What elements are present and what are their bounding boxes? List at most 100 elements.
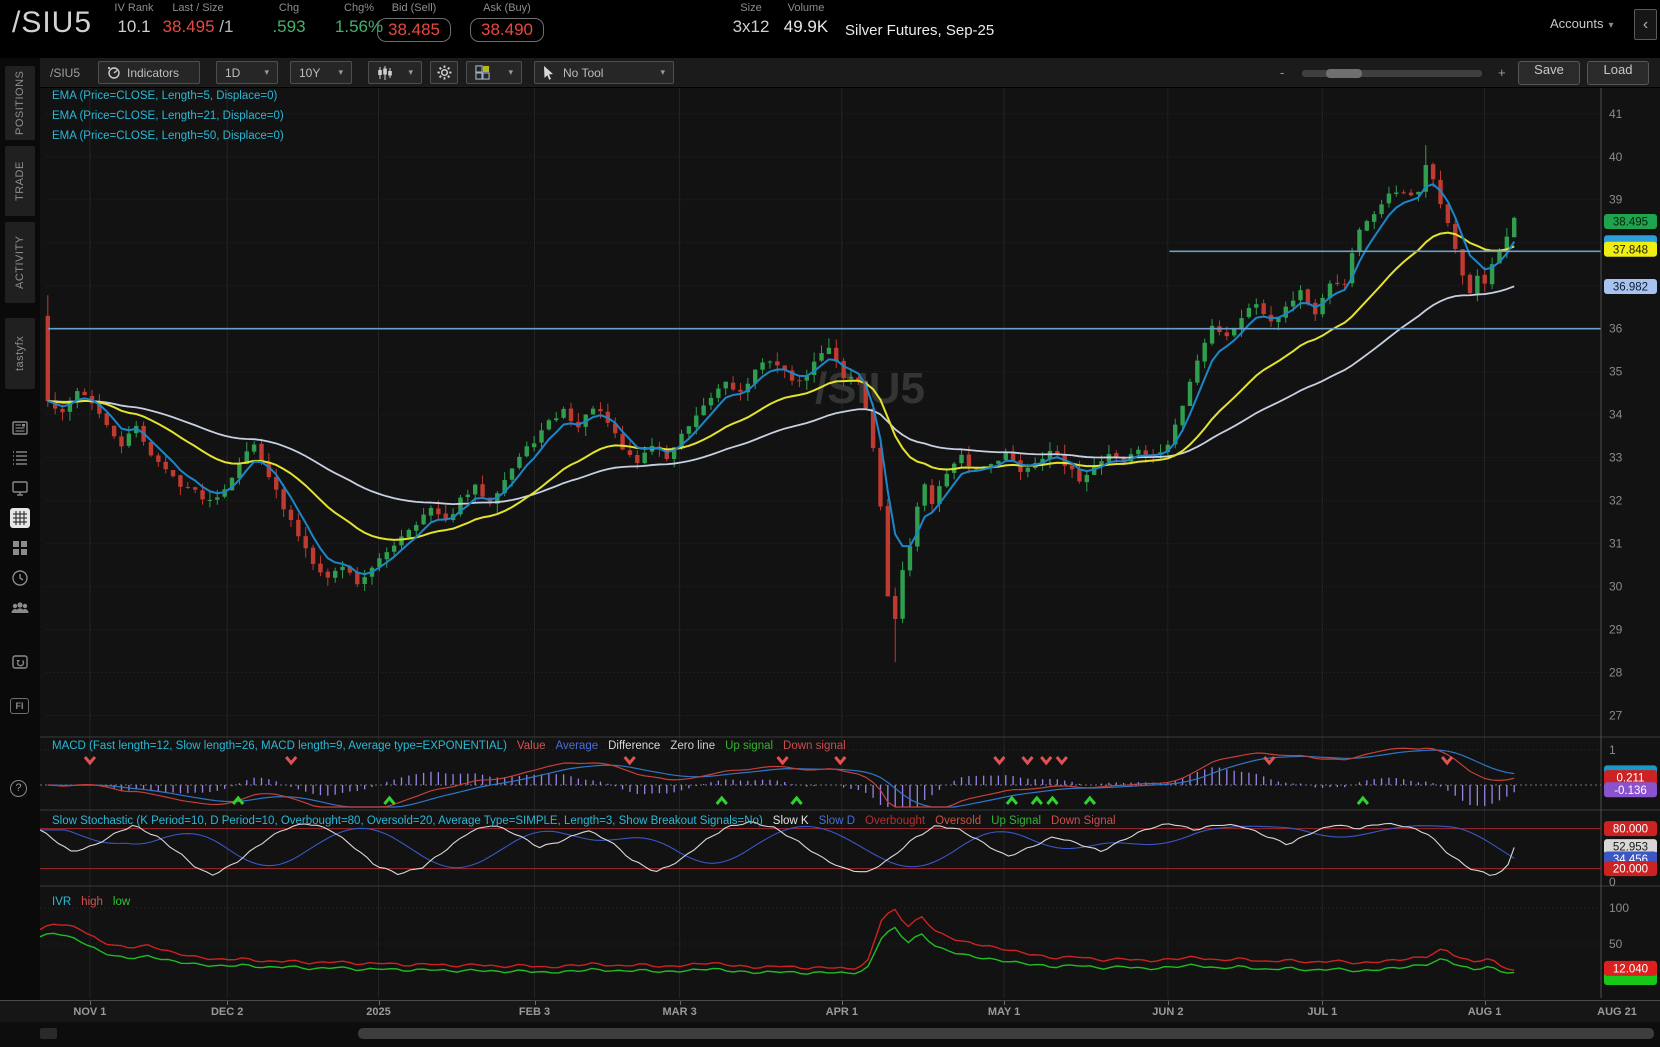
chart-type-dropdown[interactable]: ▾	[368, 61, 422, 84]
monitor-icon[interactable]	[10, 478, 30, 498]
clock-icon[interactable]	[10, 568, 30, 588]
price-chart-canvas[interactable]: /SIU541403938373635343332313029282710100…	[39, 88, 1660, 1000]
chart-settings-button[interactable]	[430, 61, 458, 84]
stat-value: 3x12	[732, 17, 770, 36]
svg-text:36: 36	[1609, 322, 1623, 336]
save-button[interactable]: Save	[1518, 61, 1580, 85]
symbol-title: /SIU5	[12, 6, 93, 39]
stat-label: Bid (Sell)	[391, 2, 437, 14]
time-label: AUG 21	[1597, 1006, 1637, 1018]
svg-text:35: 35	[1609, 365, 1623, 379]
stat-label: Ask (Buy)	[483, 2, 531, 14]
legend-item: Slow K	[772, 815, 809, 827]
trading-platform: /SIU5 IV Rank 10.1 Last / Size 38.495 /1 Chg…	[0, 0, 1660, 1047]
zoom-slider[interactable]	[1302, 69, 1482, 78]
time-tick	[1167, 1001, 1169, 1005]
svg-text:34: 34	[1609, 408, 1623, 422]
legend-item: Value	[516, 740, 546, 752]
stat-value: 49.9K	[783, 17, 829, 36]
chevron-down-icon: ▾	[1608, 20, 1614, 31]
horizontal-scrollbar[interactable]	[0, 1022, 1660, 1047]
stat-bid-sell-[interactable]: Bid (Sell) 38.485	[376, 2, 452, 42]
chevron-down-icon: ▾	[264, 67, 269, 77]
chevron-down-icon: ▾	[408, 67, 413, 77]
community-icon[interactable]	[10, 598, 30, 618]
stat-label: Volume	[787, 2, 825, 14]
fi-icon[interactable]: FI	[10, 698, 30, 718]
legend-item: Average	[555, 740, 599, 752]
chart-grid-icon[interactable]	[10, 508, 30, 528]
svg-text:/SIU5: /SIU5	[815, 364, 925, 413]
legend-item: Zero line	[670, 740, 716, 752]
legend-item: Down Signal	[1051, 815, 1116, 827]
stat-value: .593	[272, 17, 306, 36]
stat-label: Last / Size	[172, 2, 224, 14]
scrollbar-thumb[interactable]	[358, 1028, 1654, 1039]
quote-header: /SIU5 IV Rank 10.1 Last / Size 38.495 /1 Chg…	[0, 0, 1660, 58]
zoom-in-button[interactable]: +	[1498, 65, 1506, 80]
macd-study-label: MACD (Fast length=12, Slow length=26, MA…	[52, 740, 856, 752]
ema-label[interactable]: EMA (Price=CLOSE, Length=50, Displace=0)	[52, 130, 284, 142]
stat-value: 38.485	[376, 17, 452, 42]
time-tick	[534, 1001, 536, 1005]
svg-text:31: 31	[1609, 537, 1623, 551]
calendar-replay-icon[interactable]	[10, 652, 30, 672]
svg-text:12.040: 12.040	[1613, 963, 1648, 975]
sidebar-tab-tastyfx[interactable]: tastyfx	[5, 318, 35, 389]
time-label: APR 1	[825, 1006, 859, 1018]
stat-value: 38.495 /1	[162, 17, 234, 36]
gear-icon	[436, 65, 452, 80]
load-button[interactable]: Load	[1587, 61, 1649, 85]
ema-study-labels: EMA (Price=CLOSE, Length=5, Displace=0) E…	[52, 90, 284, 150]
collapse-panel-button[interactable]: ‹	[1634, 9, 1657, 40]
svg-text:30: 30	[1609, 580, 1623, 594]
watchlist-icon[interactable]	[10, 448, 30, 468]
svg-text:40: 40	[1609, 150, 1623, 164]
ivr-study-label: IVR high low	[52, 896, 140, 908]
svg-text:-0.136: -0.136	[1614, 785, 1647, 797]
zoom-out-button[interactable]: -	[1280, 65, 1284, 80]
tiles-icon[interactable]	[10, 538, 30, 558]
layout-dropdown[interactable]: ▾	[466, 61, 522, 84]
svg-text:0: 0	[1609, 875, 1616, 889]
time-tick	[378, 1001, 380, 1005]
timeframe-dropdown[interactable]: 1D ▾	[216, 61, 278, 84]
stochastic-study-label: Slow Stochastic (K Period=10, D Period=1…	[52, 815, 1126, 827]
legend-item: Overbought	[865, 815, 926, 827]
ema-label[interactable]: EMA (Price=CLOSE, Length=21, Displace=0)	[52, 110, 284, 122]
svg-text:29: 29	[1609, 623, 1623, 637]
sidebar-tab-positions[interactable]: POSITIONS	[5, 66, 35, 140]
stat-volume: Volume 49.9K	[778, 2, 834, 37]
range-dropdown[interactable]: 10Y ▾	[290, 61, 352, 84]
study-title[interactable]: IVR	[52, 896, 71, 908]
drawing-tool-dropdown[interactable]: No Tool ▾	[534, 61, 674, 84]
news-icon[interactable]	[10, 418, 30, 438]
time-label: AUG 1	[1467, 1006, 1502, 1018]
svg-text:1: 1	[1609, 743, 1616, 757]
svg-text:20.000: 20.000	[1613, 864, 1648, 876]
zoom-slider-handle[interactable]	[1326, 69, 1362, 78]
time-tick	[679, 1001, 681, 1005]
svg-text:100: 100	[1609, 901, 1629, 915]
instrument-description: Silver Futures, Sep-25	[845, 22, 995, 39]
ema-label[interactable]: EMA (Price=CLOSE, Length=5, Displace=0)	[52, 90, 284, 102]
time-label: MAY 1	[987, 1006, 1021, 1018]
stat-ask-buy-[interactable]: Ask (Buy) 38.490	[468, 2, 546, 42]
sidebar-tab-activity[interactable]: ACTIVITY	[5, 222, 35, 303]
accounts-dropdown[interactable]: Accounts ▾	[1550, 16, 1614, 31]
help-icon[interactable]: ?	[10, 780, 30, 800]
indicators-button[interactable]: Indicators	[98, 61, 200, 84]
candlestick-icon	[377, 65, 393, 80]
chart-panel[interactable]: /SIU541403938373635343332313029282710100…	[39, 88, 1660, 1000]
chevron-down-icon: ▾	[338, 67, 343, 77]
time-label: MAR 3	[662, 1006, 697, 1018]
stat-size: Size 3x12	[723, 2, 779, 37]
chevron-down-icon: ▾	[660, 67, 665, 77]
svg-text:27: 27	[1609, 709, 1623, 723]
time-tick	[841, 1001, 843, 1005]
svg-text:36.982: 36.982	[1613, 281, 1648, 293]
sidebar-tab-trade[interactable]: TRADE	[5, 146, 35, 216]
time-axis: NOV 1 DEC 2 2025 FEB 3 MAR 3 APR 1 MAY 1 JUN 2 J…	[0, 1000, 1660, 1022]
study-title[interactable]: Slow Stochastic (K Period=10, D Period=1…	[52, 815, 763, 827]
study-title[interactable]: MACD (Fast length=12, Slow length=26, MA…	[52, 740, 507, 752]
